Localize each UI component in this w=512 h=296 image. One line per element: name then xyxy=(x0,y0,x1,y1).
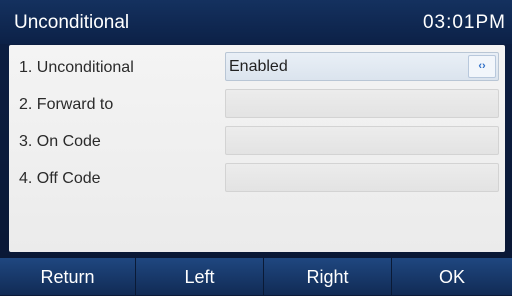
row-off-code[interactable]: 4. Off Code xyxy=(9,163,505,195)
row-unconditional[interactable]: 1. Unconditional Enabled ‹› xyxy=(9,52,505,84)
unconditional-select[interactable]: Enabled ‹› xyxy=(225,52,499,81)
clock: 03:01PM xyxy=(422,12,506,33)
ok-button[interactable]: OK xyxy=(392,258,512,295)
softkey-bar: Return Left Right OK xyxy=(0,258,512,295)
row-label: 3. On Code xyxy=(19,133,101,150)
return-button[interactable]: Return xyxy=(0,258,136,295)
row-forward-to[interactable]: 2. Forward to xyxy=(9,89,505,121)
row-label: 4. Off Code xyxy=(19,170,101,187)
row-on-code[interactable]: 3. On Code xyxy=(9,126,505,158)
row-label: 2. Forward to xyxy=(19,96,114,113)
right-button[interactable]: Right xyxy=(264,258,392,295)
switch-arrows-icon[interactable]: ‹› xyxy=(468,55,496,78)
left-button[interactable]: Left xyxy=(136,258,264,295)
on-code-input[interactable] xyxy=(225,126,499,155)
settings-panel: 1. Unconditional Enabled ‹› 2. Forward t… xyxy=(9,45,505,252)
page-title: Unconditional xyxy=(14,12,130,33)
field-value: Enabled xyxy=(229,58,288,75)
row-label: 1. Unconditional xyxy=(19,59,134,76)
off-code-input[interactable] xyxy=(225,163,499,192)
phone-screen: Unconditional 03:01PM 1. Unconditional E… xyxy=(0,0,512,295)
title-bar: Unconditional 03:01PM xyxy=(0,0,512,44)
forward-to-input[interactable] xyxy=(225,89,499,118)
